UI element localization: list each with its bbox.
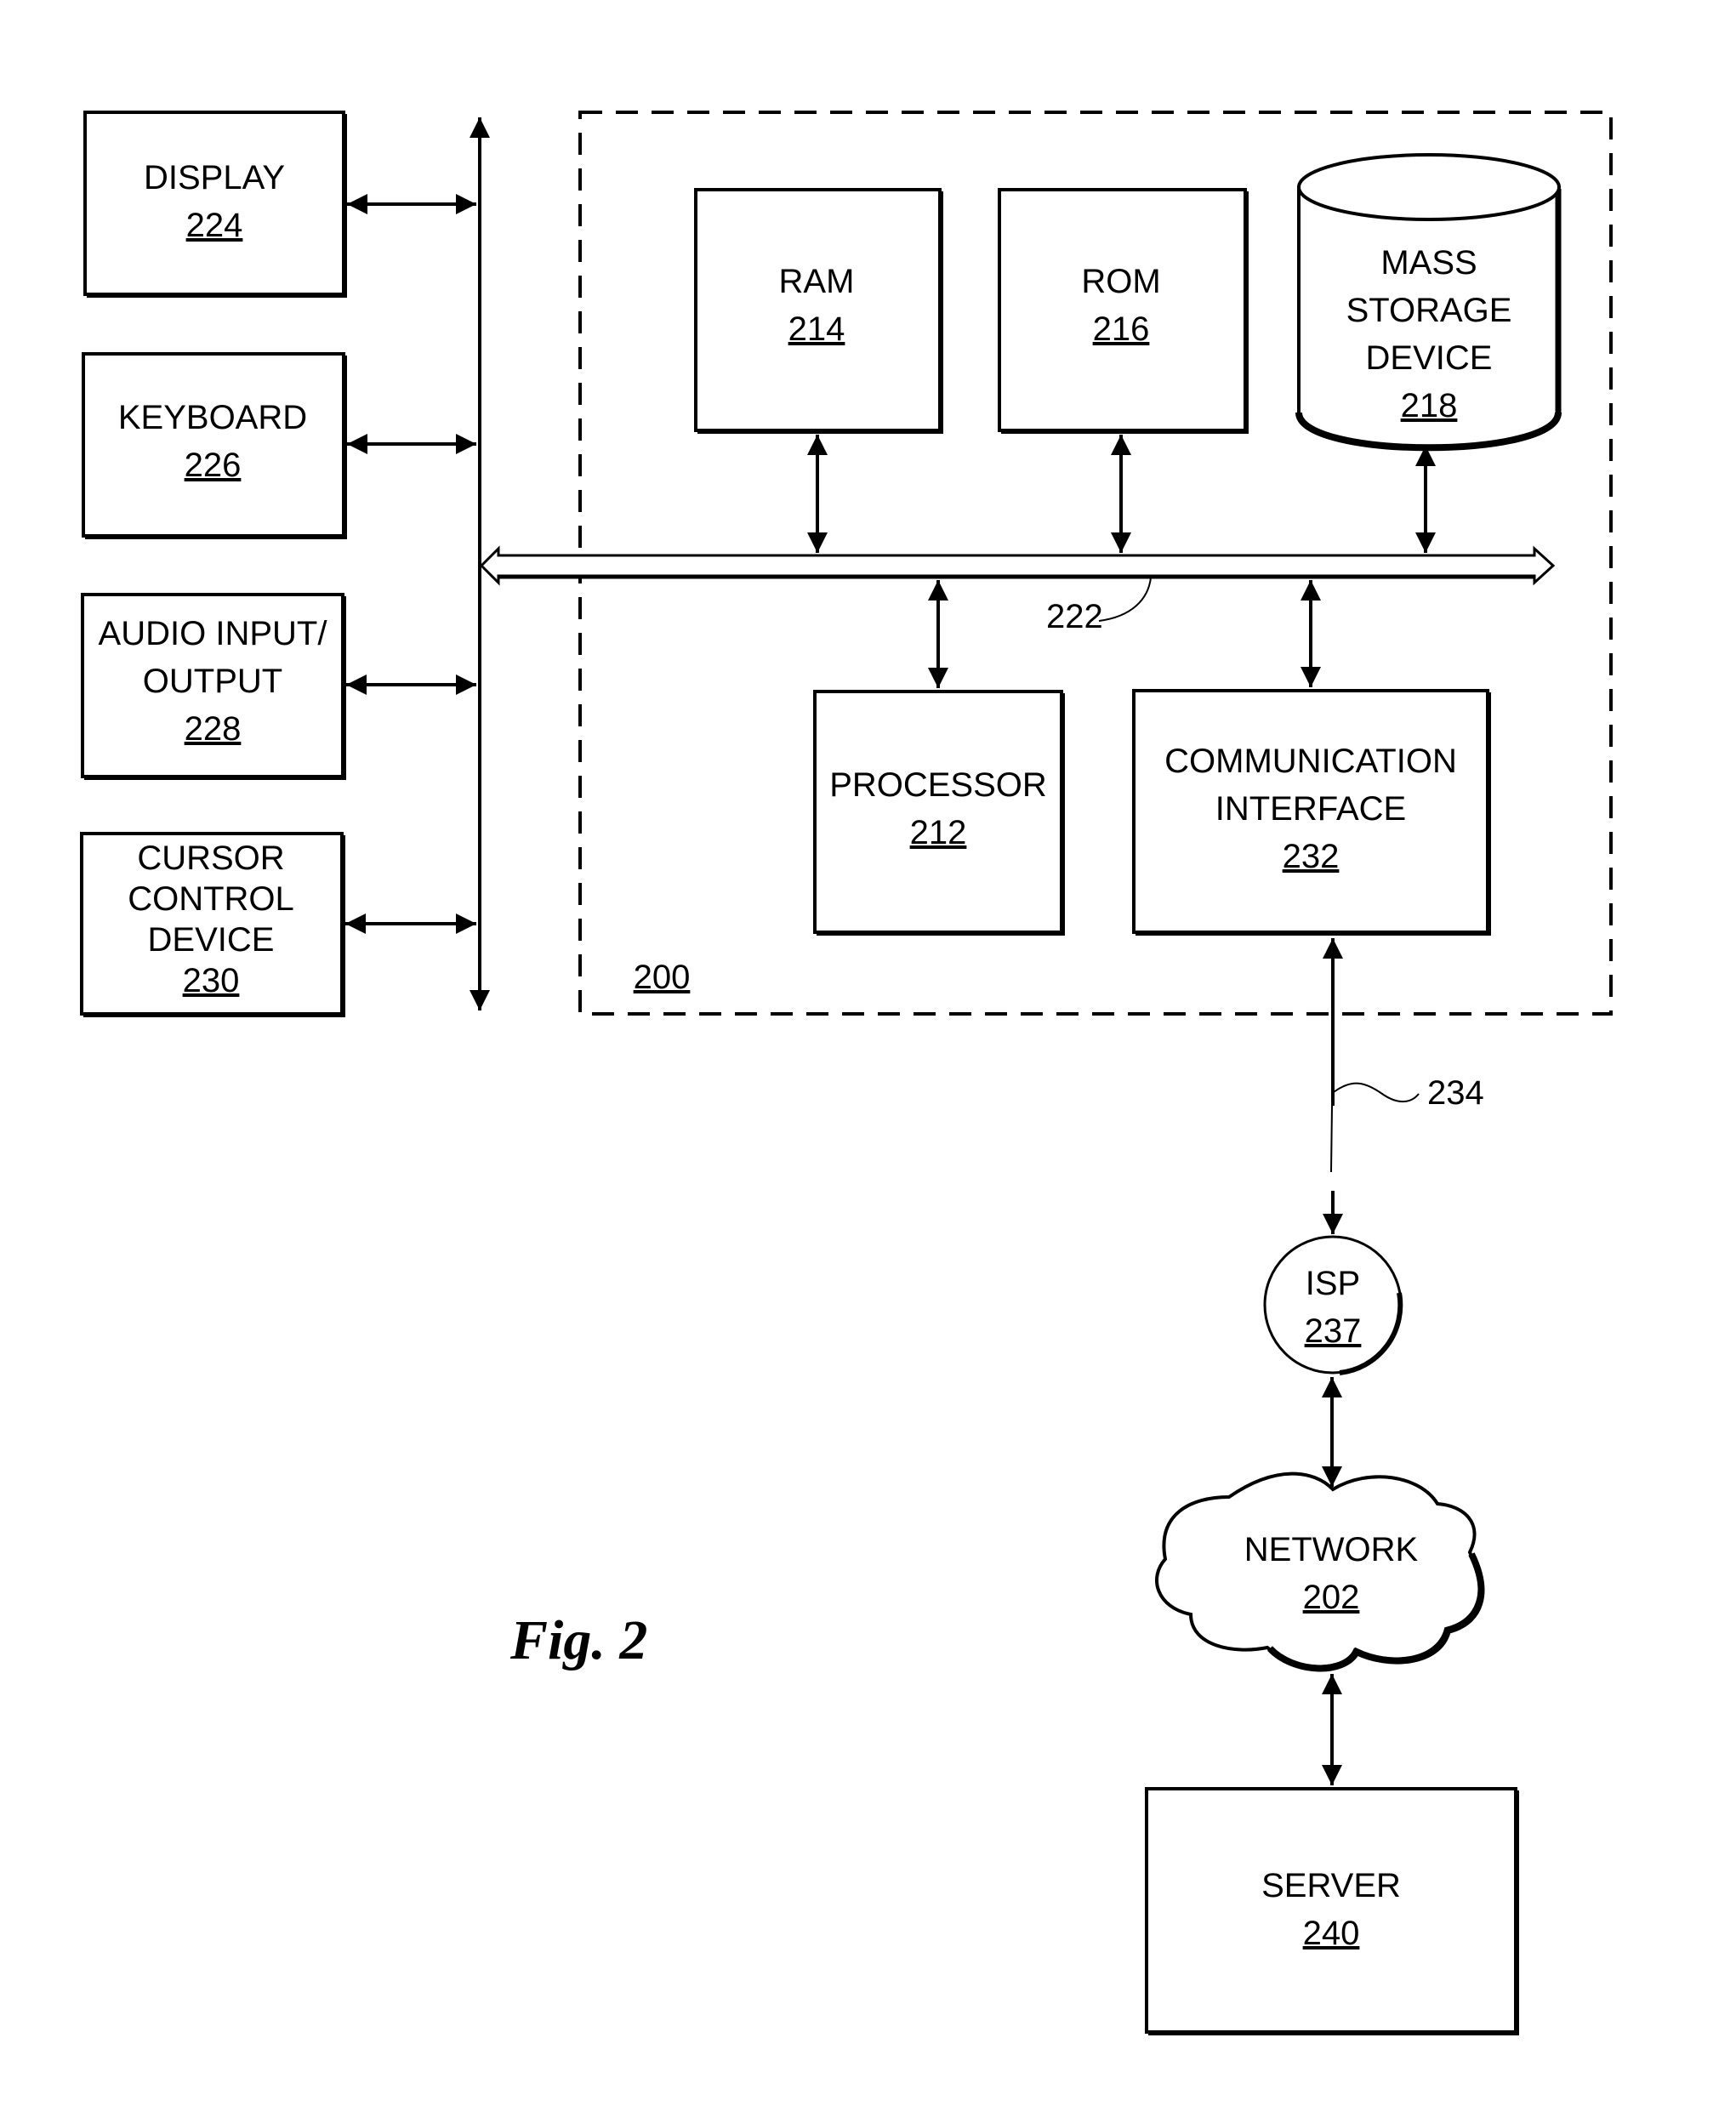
mass-storage-label-line3: DEVICE — [1366, 339, 1493, 377]
mass-storage-number: 218 — [1401, 387, 1458, 424]
display-label: DISPLAY — [144, 159, 285, 196]
server-block: SERVER 240 — [1145, 1787, 1519, 2035]
server-label: SERVER — [1261, 1867, 1401, 1904]
ram-block: RAM 214 — [694, 188, 943, 434]
mass-storage-cylinder: MASS STORAGE DEVICE 218 — [1295, 153, 1562, 452]
network-cloud: NETWORK 202 — [1155, 1471, 1485, 1672]
link-label: 234 — [1427, 1074, 1484, 1112]
system-label: 200 — [634, 959, 691, 996]
cursor-control-label-line1: CURSOR — [137, 840, 284, 877]
audio-io-label-line2: OUTPUT — [143, 663, 282, 700]
cursor-control-label-line3: DEVICE — [148, 921, 275, 959]
bus-label: 222 — [1046, 598, 1103, 635]
mass-storage-label-line1: MASS — [1380, 244, 1477, 282]
server-number: 240 — [1303, 1915, 1360, 1952]
processor-label: PROCESSOR — [829, 766, 1047, 804]
rom-label: ROM — [1081, 263, 1160, 300]
keyboard-block: KEYBOARD 226 — [82, 352, 347, 539]
network-number: 202 — [1303, 1579, 1360, 1616]
figure-caption: Fig. 2 — [509, 1609, 647, 1671]
cursor-control-block: CURSOR CONTROL DEVICE 230 — [80, 832, 345, 1017]
mass-storage-label-line2: STORAGE — [1346, 292, 1512, 329]
comm-interface-label-line1: COMMUNICATION — [1164, 743, 1457, 780]
link-label-leader — [1333, 1082, 1420, 1102]
ram-number: 214 — [788, 310, 845, 348]
ram-label: RAM — [779, 263, 855, 300]
network-label: NETWORK — [1244, 1531, 1419, 1568]
rom-block: ROM 216 — [998, 188, 1249, 434]
isp-node: ISP 237 — [1263, 1235, 1403, 1375]
keyboard-number: 226 — [185, 447, 242, 484]
audio-io-block: AUDIO INPUT/ OUTPUT 228 — [81, 593, 346, 780]
isp-label: ISP — [1306, 1265, 1360, 1302]
bus-label-leader — [1098, 577, 1152, 622]
cursor-control-label-line2: CONTROL — [128, 880, 294, 918]
processor-block: PROCESSOR 212 — [813, 690, 1065, 936]
display-number: 224 — [186, 207, 243, 244]
rom-number: 216 — [1093, 310, 1150, 348]
audio-io-label-line1: AUDIO INPUT/ — [99, 615, 328, 652]
network-link-middle — [1330, 1105, 1333, 1173]
processor-number: 212 — [910, 814, 967, 851]
communication-interface-block: COMMUNICATION INTERFACE 232 — [1132, 689, 1491, 936]
display-block: DISPLAY 224 — [83, 111, 347, 298]
audio-io-number: 228 — [185, 710, 242, 748]
comm-interface-label-line2: INTERFACE — [1215, 790, 1406, 828]
cursor-control-number: 230 — [183, 962, 240, 999]
system-block-diagram: 200 DISPLAY 224 KEYBOARD 226 AUDIO INPUT… — [80, 111, 1613, 2035]
keyboard-label: KEYBOARD — [118, 399, 307, 436]
isp-number: 237 — [1305, 1312, 1362, 1350]
comm-interface-number: 232 — [1283, 838, 1340, 875]
